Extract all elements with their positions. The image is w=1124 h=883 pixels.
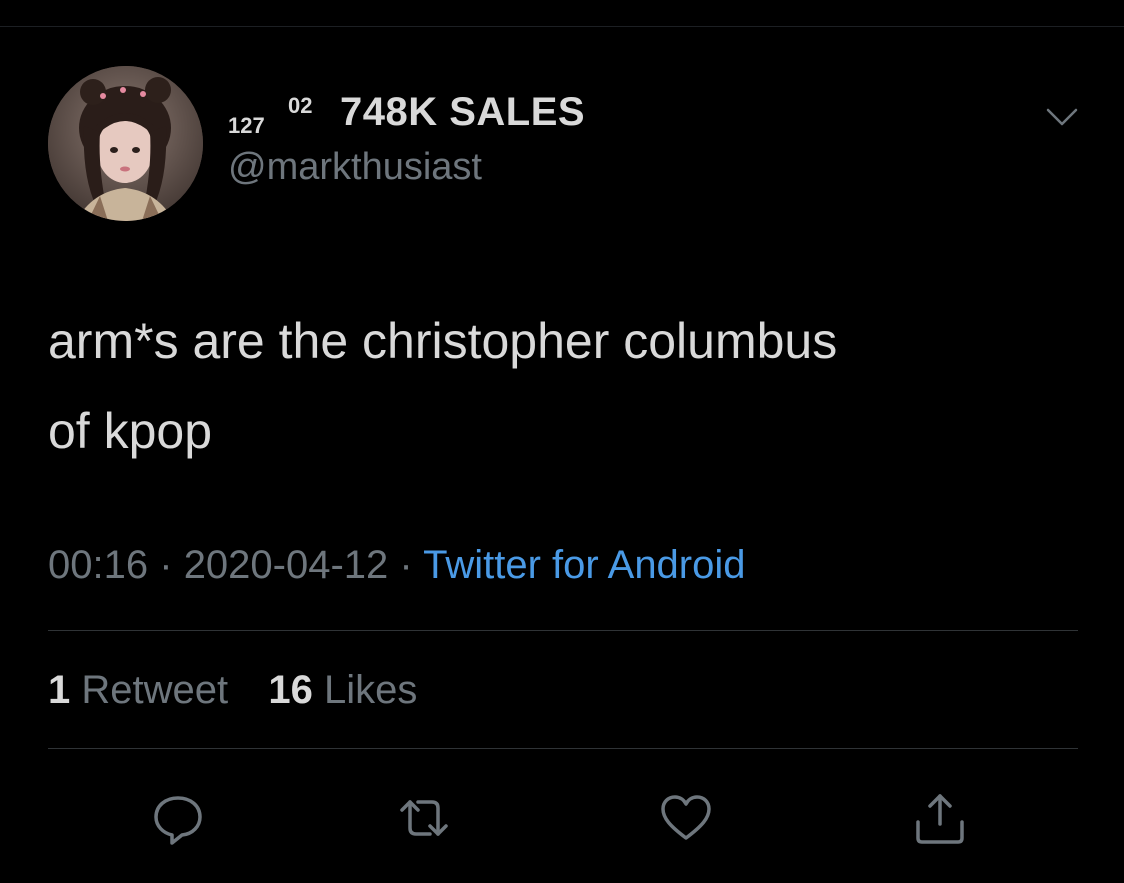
divider	[48, 630, 1078, 631]
tweet-date[interactable]: 2020-04-12	[184, 543, 389, 587]
reply-button[interactable]	[148, 788, 208, 848]
tweet-metadata: 00:16 · 2020-04-12 · Twitter for Android	[48, 543, 746, 588]
top-divider	[0, 26, 1124, 27]
display-name-part-2: 02	[288, 93, 313, 118]
retweets-stat[interactable]: 1 Retweet	[48, 668, 228, 713]
likes-stat[interactable]: 16 Likes	[268, 668, 417, 713]
tweet-text-line-2: of kpop	[48, 403, 213, 459]
heart-icon	[661, 795, 711, 840]
meta-separator: ·	[159, 543, 173, 587]
display-name-part-1: 127	[228, 113, 265, 138]
tweet-text: arm*s are the christopher columbus of kp…	[48, 296, 1088, 476]
like-count: 16	[268, 668, 313, 712]
tweet-menu-button[interactable]	[1042, 102, 1082, 132]
reply-icon	[154, 796, 202, 845]
display-name-part-3: 748K SALES	[340, 90, 586, 134]
share-icon	[916, 794, 964, 844]
author-handle[interactable]: @markthusiast	[228, 146, 482, 189]
like-button[interactable]	[656, 788, 716, 848]
retweet-count: 1	[48, 668, 71, 712]
tweet-text-line-1: arm*s are the christopher columbus	[48, 313, 838, 369]
tweet-detail-view: 127 02 748K SALES @markthusiast arm*s ar…	[0, 0, 1124, 883]
divider	[48, 748, 1078, 749]
tweet-source-link[interactable]: Twitter for Android	[423, 543, 745, 587]
share-button[interactable]	[910, 788, 970, 848]
retweet-label: Retweet	[81, 668, 229, 712]
like-label: Likes	[324, 668, 418, 712]
meta-separator: ·	[399, 543, 413, 587]
tweet-stats: 1 Retweet 16 Likes	[48, 668, 417, 713]
retweet-icon	[400, 800, 448, 836]
chevron-down-icon	[1046, 108, 1078, 126]
retweet-button[interactable]	[394, 788, 454, 848]
avatar-image	[48, 66, 203, 221]
avatar[interactable]	[48, 66, 203, 221]
tweet-time[interactable]: 00:16	[48, 543, 148, 587]
